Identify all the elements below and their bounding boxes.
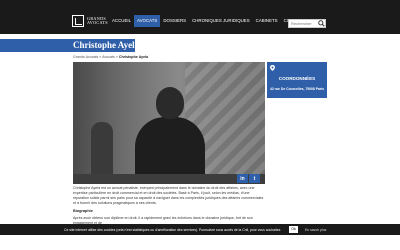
nav-item-avocats[interactable]: AVOCATS <box>134 15 161 27</box>
site-logo[interactable]: GRANDS AVOCATS <box>72 13 108 29</box>
cookie-ok-button[interactable]: Ok <box>289 226 298 233</box>
top-navigation: GRANDS AVOCATS ACCUEIL AVOCATS DOSSIERS … <box>0 0 400 34</box>
logo-line-2: AVOCATS <box>87 20 108 25</box>
nav-item-cabinets[interactable]: CABINETS <box>253 15 281 27</box>
page-title: Christophe Ayela <box>73 40 140 50</box>
search-icon[interactable] <box>318 20 325 27</box>
breadcrumb: Grands Avocats » Avocats » Christophe Ay… <box>73 55 149 59</box>
cookie-banner: Ce site internet utilise des cookies (ce… <box>0 224 400 235</box>
coordinates-title: COORDONNÉES <box>278 76 316 81</box>
social-share: in t <box>236 174 260 183</box>
nav-item-accueil[interactable]: ACCUEIL <box>109 15 134 27</box>
bio-heading: Biographie <box>73 209 93 213</box>
cookie-more-link[interactable]: En savoir plus <box>305 228 326 232</box>
cookie-text: Ce site internet utilise des cookies (ce… <box>64 227 282 232</box>
breadcrumb-current: Christophe Ayela <box>118 55 149 59</box>
linkedin-icon[interactable]: in <box>237 174 248 183</box>
twitter-icon[interactable]: t <box>249 174 260 183</box>
nav-item-chroniques[interactable]: CHRONIQUES JURIDIQUES <box>189 15 253 27</box>
lawyer-portrait-photo <box>73 62 265 184</box>
coordinates-card: COORDONNÉES 42 rue De Courcelles, 75008 … <box>267 62 327 98</box>
breadcrumb-home[interactable]: Grands Avocats <box>73 55 98 59</box>
breadcrumb-avocats[interactable]: Avocats <box>102 55 115 59</box>
logo-icon <box>72 15 84 27</box>
coordinates-address: 42 rue De Courcelles, 75008 Paris <box>269 87 325 91</box>
page-title-bar: Christophe Ayela <box>0 39 139 52</box>
portrait-person-head <box>156 87 184 119</box>
biography-section: Christophe Ayela est un avocat pénaliste… <box>73 186 265 229</box>
location-pin-icon <box>270 65 275 71</box>
main-menu: ACCUEIL AVOCATS DOSSIERS CHRONIQUES JURI… <box>109 15 308 27</box>
nav-item-dossiers[interactable]: DOSSIERS <box>160 15 189 27</box>
bio-intro: Christophe Ayela est un avocat pénaliste… <box>73 186 264 205</box>
